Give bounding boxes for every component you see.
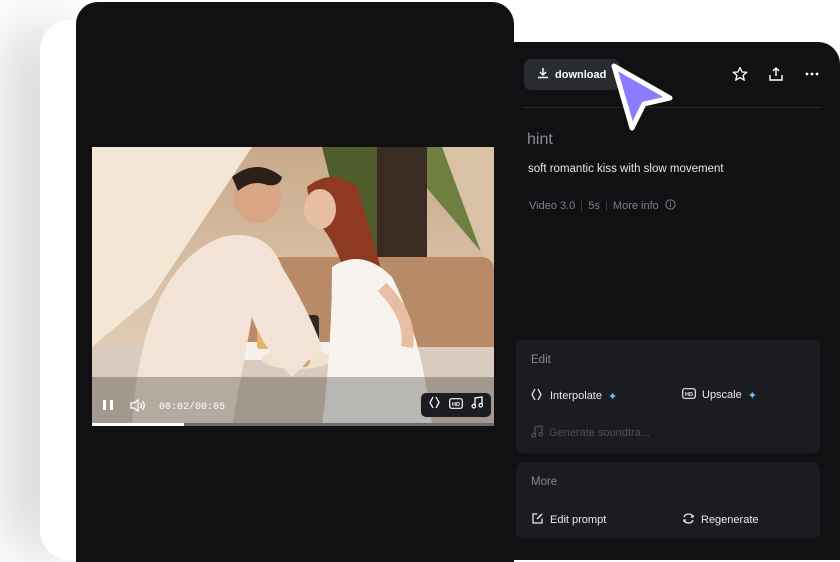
edit-prompt-button[interactable]: Edit prompt — [531, 512, 606, 528]
download-label: download — [555, 68, 607, 81]
interpolate-icon[interactable] — [429, 396, 442, 414]
share-icon[interactable] — [768, 66, 786, 84]
sparkle-icon: ✦ — [607, 390, 618, 403]
edit-card: Edit Interpolate ✦ HD Upscale ✦ Generate… — [516, 340, 820, 453]
sparkle-icon: ✦ — [747, 389, 757, 402]
generate-soundtrack-button[interactable]: Generate soundtra... — [531, 425, 650, 441]
interpolate-button[interactable]: Interpolate ✦ — [531, 388, 617, 404]
regenerate-label: Regenerate — [701, 514, 759, 526]
more-icon[interactable] — [804, 66, 822, 84]
pause-icon[interactable] — [102, 399, 116, 414]
video-scene — [92, 147, 494, 426]
upscale-label: Upscale — [702, 389, 742, 401]
music-note-icon[interactable] — [471, 396, 484, 414]
cursor-pointer-icon — [611, 63, 673, 131]
info-icon[interactable] — [665, 199, 676, 213]
prompt-text: soft romantic kiss with slow movement — [528, 163, 724, 175]
upscale-button[interactable]: HD Upscale ✦ — [682, 388, 757, 402]
hd-icon: HD — [682, 388, 696, 402]
interpolate-icon — [531, 388, 544, 404]
model-label: Video 3.0 — [529, 200, 576, 212]
progress-fill — [92, 423, 185, 426]
hint-heading: hint — [527, 131, 553, 148]
hd-icon[interactable]: HD — [449, 396, 464, 414]
meta-separator — [581, 201, 583, 211]
refresh-icon — [682, 512, 695, 528]
progress-bar[interactable] — [92, 423, 494, 426]
video-toolbar: HD — [421, 393, 491, 417]
duration-label: 5s — [588, 200, 600, 212]
svg-text:HD: HD — [453, 402, 461, 408]
edit-icon — [531, 512, 544, 528]
more-card-title: More — [531, 476, 558, 488]
time-display: 00:02/00:05 — [159, 402, 226, 413]
panel-actions — [732, 66, 822, 84]
video-meta: Video 3.0 5s More info — [529, 199, 676, 213]
video-player-window: 00:02/00:05 HD — [76, 2, 514, 562]
volume-icon[interactable] — [130, 398, 146, 415]
details-panel: download hint soft romantic kiss with sl… — [514, 42, 840, 560]
music-note-icon — [531, 425, 544, 441]
meta-separator — [605, 201, 607, 211]
star-icon[interactable] — [732, 66, 750, 84]
more-info-link[interactable]: More info — [613, 200, 659, 212]
regenerate-button[interactable]: Regenerate — [682, 512, 759, 528]
edit-prompt-label: Edit prompt — [550, 514, 607, 526]
svg-text:HD: HD — [685, 392, 693, 398]
video-frame[interactable]: 00:02/00:05 HD — [92, 147, 494, 426]
more-card: More Edit prompt Regenerate — [516, 462, 820, 539]
edit-card-title: Edit — [531, 354, 551, 366]
generate-soundtrack-label: Generate soundtra... — [549, 427, 650, 439]
download-icon — [537, 67, 549, 82]
interpolate-label: Interpolate — [550, 390, 602, 402]
